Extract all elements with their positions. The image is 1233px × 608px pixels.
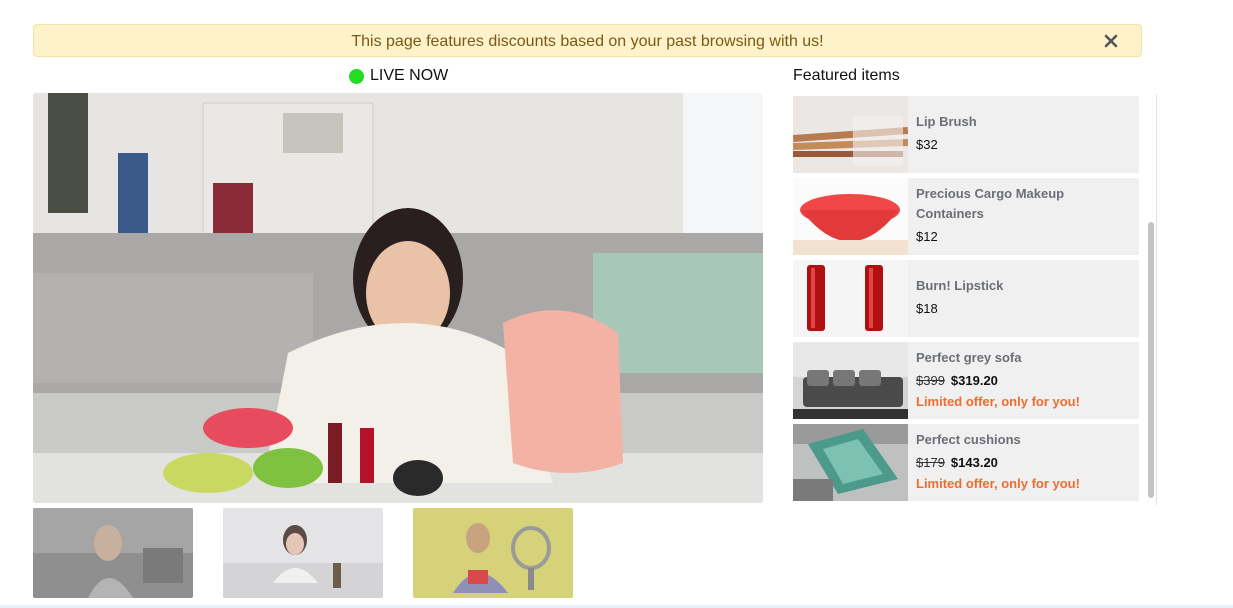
- thumbnail-image-1: [33, 508, 193, 598]
- featured-items-list[interactable]: Lip Brush $32 Precious Cargo Makeup Cont…: [793, 94, 1157, 505]
- scrollbar-thumb[interactable]: [1148, 222, 1154, 498]
- limited-offer-label: Limited offer, only for you!: [916, 394, 1080, 409]
- live-indicator: LIVE NOW: [349, 66, 448, 86]
- item-name: Lip Brush: [916, 114, 977, 129]
- discounted-price: $319.20: [950, 373, 998, 388]
- cushions-image: [793, 424, 908, 501]
- thumbnail-image-3: [413, 508, 573, 598]
- main-video-player[interactable]: [33, 93, 763, 503]
- original-price: $179: [916, 455, 945, 470]
- item-price: $18: [916, 301, 938, 316]
- item-name: Precious Cargo Makeup Containers: [916, 186, 1065, 221]
- grey-sofa-image: [793, 342, 908, 419]
- item-price: $399 $319.20: [916, 372, 998, 390]
- featured-item-grey-sofa[interactable]: Perfect grey sofa $399 $319.20 Limited of…: [793, 342, 1139, 419]
- live-label: LIVE NOW: [370, 67, 449, 84]
- banner-message: This page features discounts based on yo…: [351, 33, 824, 50]
- video-thumbnail-1[interactable]: [33, 508, 193, 598]
- original-price: $399: [916, 373, 945, 388]
- close-icon[interactable]: [1103, 33, 1119, 49]
- item-price: $12: [916, 229, 938, 244]
- lip-brush-image: [793, 96, 908, 173]
- item-price: $179 $143.20: [916, 454, 998, 472]
- makeup-containers-image: [793, 178, 908, 255]
- item-name: Burn! Lipstick: [916, 278, 1004, 293]
- featured-item-burn-lipstick[interactable]: Burn! Lipstick $18: [793, 260, 1139, 337]
- discount-banner: This page features discounts based on yo…: [33, 24, 1142, 57]
- featured-item-makeup-containers[interactable]: Precious Cargo Makeup Containers $12: [793, 178, 1139, 255]
- item-name: Perfect cushions: [916, 432, 1021, 447]
- burn-lipstick-image: [793, 260, 908, 337]
- item-name: Perfect grey sofa: [916, 350, 1022, 365]
- video-thumbnail-2[interactable]: [223, 508, 383, 598]
- live-dot-icon: [349, 68, 364, 84]
- limited-offer-label: Limited offer, only for you!: [916, 476, 1080, 491]
- video-frame-image: [33, 93, 763, 503]
- item-price: $32: [916, 137, 938, 152]
- featured-items-title: Featured items: [793, 67, 900, 84]
- featured-item-lip-brush[interactable]: Lip Brush $32: [793, 96, 1139, 173]
- video-thumbnail-3[interactable]: [413, 508, 573, 598]
- featured-list-scrollbar[interactable]: [1147, 94, 1157, 505]
- featured-item-cushions[interactable]: Perfect cushions $179 $143.20 Limited off…: [793, 424, 1139, 501]
- thumbnail-image-2: [223, 508, 383, 598]
- discounted-price: $143.20: [950, 455, 998, 470]
